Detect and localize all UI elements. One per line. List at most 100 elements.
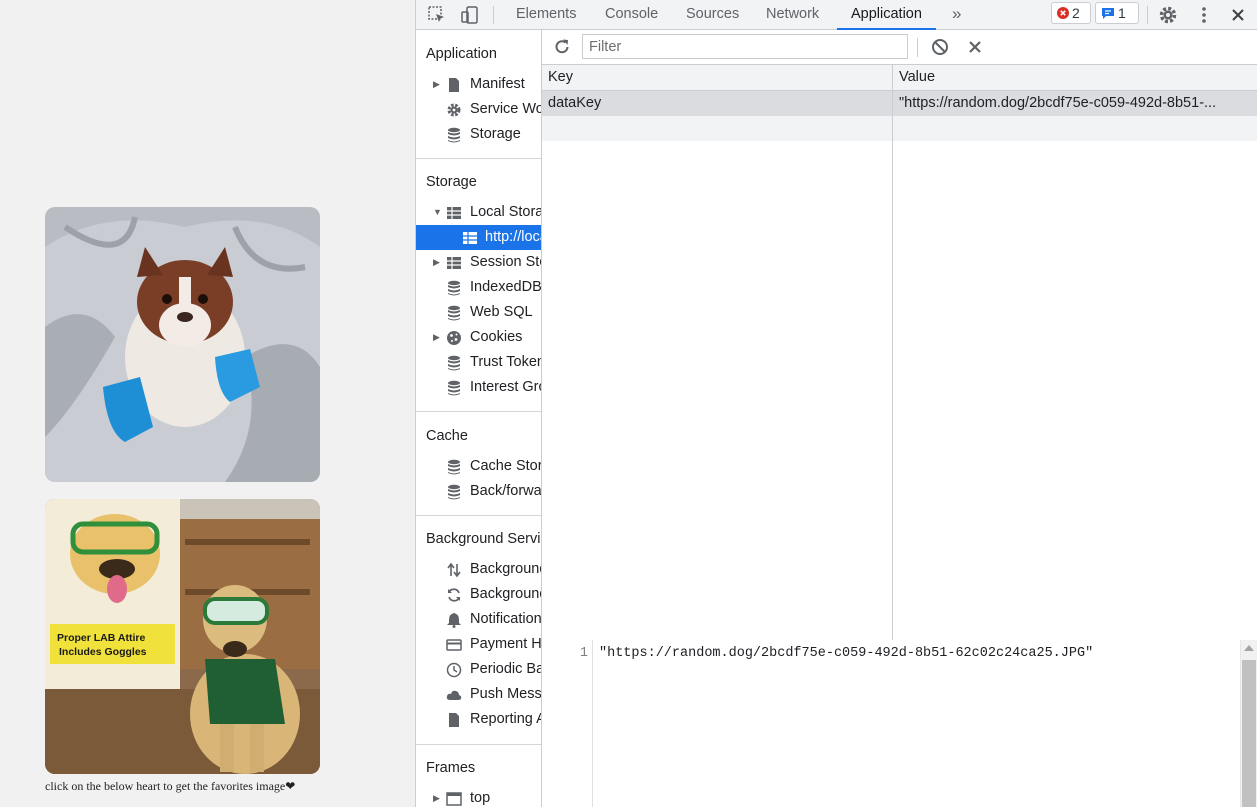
sidebar-item-service-workers[interactable]: Service Workers [416, 97, 541, 122]
heart-icon[interactable]: ❤ [285, 779, 295, 794]
section-cache-title: Cache [426, 428, 468, 444]
sidebar-label: IndexedDB [470, 279, 542, 295]
table-empty-row[interactable] [542, 116, 1257, 141]
preview-scrollbar[interactable] [1240, 640, 1257, 807]
more-tabs-icon[interactable]: » [938, 0, 975, 30]
caption-text: click on the below heart to get the favo… [45, 779, 286, 793]
sidebar-label: Periodic Background Sync [470, 661, 541, 677]
dog-photo-bulldog-blanket [45, 207, 320, 482]
sidebar-item-cache-storage[interactable]: Cache Storage [416, 454, 541, 479]
inspect-element-icon[interactable] [426, 4, 448, 26]
column-header-value[interactable]: Value [893, 65, 1257, 89]
sidebar-label: Manifest [470, 76, 525, 92]
column-header-key[interactable]: Key [542, 65, 892, 89]
error-count-badge[interactable]: 2 [1051, 2, 1091, 24]
sidebar-label: top [470, 790, 491, 806]
sidebar-item-trust-tokens[interactable]: Trust Tokens [416, 350, 541, 375]
scroll-up-arrow-icon[interactable] [1244, 645, 1254, 651]
sidebar-label: Interest Groups [470, 379, 541, 395]
settings-gear-icon[interactable] [1157, 4, 1179, 26]
sidebar-item-frame-top[interactable]: ▶ top [416, 786, 541, 807]
sidebar-item-interest-groups[interactable]: Interest Groups [416, 375, 541, 400]
sidebar-label: Push Messaging [470, 686, 542, 702]
block-icon[interactable] [931, 38, 951, 58]
cookie-icon [447, 331, 461, 345]
sidebar-item-storage-overview[interactable]: Storage [416, 122, 541, 147]
error-count: 2 [1072, 5, 1080, 21]
sidebar-item-cookies[interactable]: ▶ Cookies [416, 325, 541, 350]
message-count-badge[interactable]: 1 [1095, 2, 1139, 24]
preview-code-line[interactable]: "https://random.dog/2bcdf75e-c059-492d-8… [599, 646, 1093, 661]
devtools-tabbar: Elements Console Sources Network Applica… [416, 0, 1257, 30]
expand-arrow-icon[interactable]: ▶ [433, 72, 440, 97]
section-frames-title: Frames [426, 760, 476, 776]
row-key-cell[interactable]: dataKey [542, 91, 892, 115]
sidebar-item-background-fetch[interactable]: Background Fetch [416, 557, 542, 582]
local-storage-panel: Key Value dataKey "https://random.dog/2b… [542, 30, 1257, 807]
sidebar-item-local-storage[interactable]: ▼ Local Storage [416, 200, 541, 225]
expand-arrow-icon[interactable]: ▶ [433, 325, 440, 350]
gear-icon [447, 103, 461, 117]
expand-arrow-icon[interactable]: ▶ [433, 250, 440, 275]
refresh-icon[interactable] [552, 37, 572, 57]
dog-image-2[interactable]: Proper LAB Attire Includes Goggles [45, 499, 320, 774]
database-icon [448, 127, 460, 143]
sidebar-item-web-sql[interactable]: Web SQL [416, 300, 541, 325]
storage-toolbar [542, 30, 1257, 65]
sidebar-item-localhost-origin[interactable]: http://localhost [416, 225, 541, 250]
sidebar-label: Web SQL [470, 304, 533, 320]
message-icon [1102, 7, 1114, 19]
storage-table: Key Value dataKey "https://random.dog/2b… [542, 65, 1257, 670]
sidebar-label: Storage [470, 126, 521, 142]
sidebar-item-manifest[interactable]: ▶ Manifest [416, 72, 541, 97]
database-icon [448, 380, 460, 396]
dog-photo-lab-goggles: Proper LAB Attire Includes Goggles [45, 499, 320, 774]
sidebar-item-push-messaging[interactable]: Push Messaging [416, 682, 542, 707]
tab-console[interactable]: Console [591, 0, 672, 30]
table-icon [447, 257, 461, 269]
section-storage-title: Storage [426, 174, 477, 190]
sidebar-item-periodic-background-sync[interactable]: Periodic Background Sync [416, 657, 541, 682]
svg-text:Includes Goggles: Includes Goggles [59, 646, 147, 658]
more-options-icon[interactable] [1193, 4, 1215, 26]
sidebar-label: Background Fetch [470, 561, 542, 577]
file-icon [449, 713, 459, 727]
row-value-cell[interactable]: "https://random.dog/2bcdf75e-c059-492d-8… [893, 91, 1243, 115]
web-page: Proper LAB Attire Includes Goggles click… [0, 0, 415, 807]
sidebar-item-indexeddb[interactable]: IndexedDB [416, 275, 542, 300]
table-header: Key Value [542, 65, 1257, 91]
sync-icon [448, 588, 460, 602]
database-icon [448, 280, 460, 296]
database-icon [448, 459, 460, 475]
value-preview: 1 "https://random.dog/2bcdf75e-c059-492d… [542, 640, 1257, 807]
sidebar-item-notifications[interactable]: Notifications [416, 607, 541, 632]
close-icon[interactable] [967, 39, 985, 57]
scrollbar-thumb[interactable] [1242, 660, 1256, 807]
sidebar-item-reporting-api[interactable]: Reporting API [416, 707, 541, 732]
sidebar-item-session-storage[interactable]: ▶ Session Storage [416, 250, 541, 275]
tab-sources[interactable]: Sources [672, 0, 753, 30]
sidebar-item-background-sync[interactable]: Background Sync [416, 582, 541, 607]
tab-application[interactable]: Application [837, 0, 936, 30]
line-number-gutter: 1 [542, 640, 593, 807]
message-count: 1 [1118, 5, 1126, 21]
table-row[interactable]: dataKey "https://random.dog/2bcdf75e-c05… [542, 91, 1257, 116]
table-icon [447, 207, 461, 219]
tab-network[interactable]: Network [752, 0, 833, 30]
sidebar-label: Back/forward cache [470, 483, 542, 499]
tab-elements[interactable]: Elements [502, 0, 590, 30]
device-toolbar-icon[interactable] [459, 4, 481, 26]
sidebar-label: Service Workers [470, 101, 541, 117]
filter-input[interactable] [582, 34, 908, 59]
error-icon [1057, 7, 1069, 19]
sidebar-label: Trust Tokens [470, 354, 541, 370]
close-devtools-icon[interactable] [1227, 4, 1249, 26]
sidebar-item-payment-handler[interactable]: Payment Handler [416, 632, 541, 657]
sidebar-item-back-forward-cache[interactable]: Back/forward cache [416, 479, 542, 504]
sidebar-label: Cookies [470, 329, 523, 345]
section-application-title: Application [426, 46, 497, 62]
expand-arrow-icon[interactable]: ▶ [433, 786, 440, 807]
dog-image-1[interactable] [45, 207, 320, 482]
collapse-arrow-icon[interactable]: ▼ [433, 200, 442, 225]
column-divider[interactable] [892, 65, 893, 669]
